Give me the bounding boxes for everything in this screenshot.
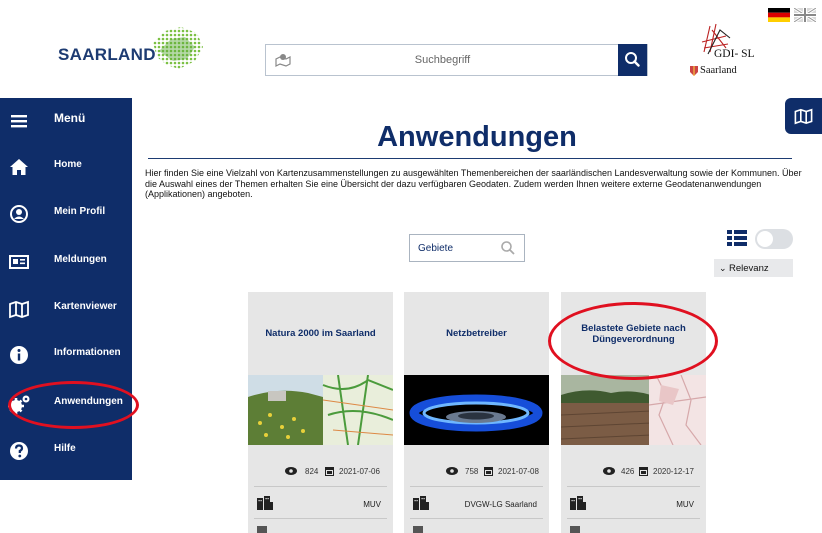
card-meta: 824 2021-07-06 [248,464,393,478]
sidebar-item-label: Hilfe [54,443,76,454]
home-icon [10,159,28,175]
card-divider [567,518,700,519]
search-placeholder[interactable]: Suchbegriff [266,54,619,66]
date-label: 2021-07-08 [498,467,539,476]
eye-icon [603,467,615,475]
saarland-logo-text[interactable]: SAARLAND [58,45,156,65]
intro-text: Hier finden Sie eine Vielzahl von Karten… [145,168,802,199]
sidebar-item-mein-profil[interactable]: Mein Profil [0,195,132,233]
help-icon [10,442,28,460]
card-org: MUV [248,496,393,513]
card-org: MUV [561,496,706,513]
card-divider [410,486,543,487]
coat-of-arms-icon [690,66,698,76]
sidebar-item-meldungen[interactable]: Meldungen [0,243,132,281]
gdi-sl-logo[interactable]: GDI- SL Saarland [690,18,790,90]
sidebar-item-label: Home [54,159,82,170]
german-flag-icon[interactable] [768,8,790,22]
sidebar-item-home[interactable]: Home [0,148,132,186]
org-name: MUV [676,500,694,509]
card-divider [254,518,387,519]
eye-icon [446,467,458,475]
sidebar-menu-toggle[interactable]: Menü [0,102,132,140]
page-title: Anwendungen [377,121,577,153]
org-name: DVGW-LG Saarland [464,500,537,509]
card-image-gas-flame [404,375,549,445]
calendar-icon [325,467,334,476]
eye-icon [285,467,297,475]
view-count: 758 [465,467,479,476]
card-divider [567,486,700,487]
highlight-oval-anwendungen [8,381,139,429]
app-card-netzbetreiber[interactable]: Netzbetreiber 758 2021-07-08 DVGW-LG Saa… [404,292,549,533]
toggle-knob [757,231,773,247]
menu-label: Menü [54,111,86,125]
chevron-down-icon: ⌄ [719,263,727,273]
card-title[interactable]: Netzbetreiber [404,292,549,375]
highlight-oval-card-title [548,302,718,380]
user-icon [10,205,28,223]
date-label: 2020-12-17 [653,467,694,476]
sidebar-item-hilfe[interactable]: Hilfe [0,432,132,470]
card-image-field-map [561,375,706,445]
card-title[interactable]: Natura 2000 im Saarland [248,292,393,375]
newspaper-icon [9,255,29,269]
sidebar-item-informationen[interactable]: Informationen [0,336,132,374]
calendar-icon [484,467,493,476]
document-icon [413,526,423,533]
card-meta: 758 2021-07-08 [404,464,549,478]
title-divider [148,158,792,159]
uk-flag-icon[interactable] [794,8,816,22]
building-icon [257,496,273,510]
filter-input[interactable]: Gebiete [409,234,525,262]
search-bar[interactable]: Suchbegriff [265,44,648,76]
map-icon [9,300,29,319]
document-icon [570,526,580,533]
list-view-icon[interactable] [727,229,747,247]
card-org: DVGW-LG Saarland [404,496,549,513]
view-count: 426 [621,467,635,476]
app-card-natura[interactable]: Natura 2000 im Saarland 824 2021-07-06 M… [248,292,393,533]
search-icon [625,52,640,67]
document-icon [257,526,267,533]
hamburger-icon [11,115,27,128]
building-icon [570,496,586,510]
calendar-icon [639,467,648,476]
search-icon [501,241,515,255]
sidebar-item-label: Kartenviewer [54,301,117,312]
org-name: MUV [363,500,381,509]
view-count: 824 [305,467,319,476]
search-button[interactable] [618,44,647,76]
saarland-logo-dots[interactable] [145,25,205,71]
sort-label: Relevanz [729,263,769,274]
building-icon [413,496,429,510]
card-meta: 426 2020-12-17 [561,464,706,478]
card-divider [254,486,387,487]
gdi-label: GDI- SL [714,48,755,60]
filter-placeholder: Gebiete [418,243,454,254]
gdi-saarland-label: Saarland [700,65,737,76]
info-icon [10,346,28,364]
sort-dropdown[interactable]: ⌄ Relevanz [714,259,793,277]
card-image-meadow-map [248,375,393,445]
view-toggle[interactable] [755,229,793,249]
sidebar-item-label: Mein Profil [54,206,106,217]
card-divider [410,518,543,519]
date-label: 2021-07-06 [339,467,380,476]
sidebar-item-kartenviewer[interactable]: Kartenviewer [0,290,132,328]
sidebar-item-label: Meldungen [54,254,107,265]
sidebar-item-label: Informationen [54,347,121,358]
